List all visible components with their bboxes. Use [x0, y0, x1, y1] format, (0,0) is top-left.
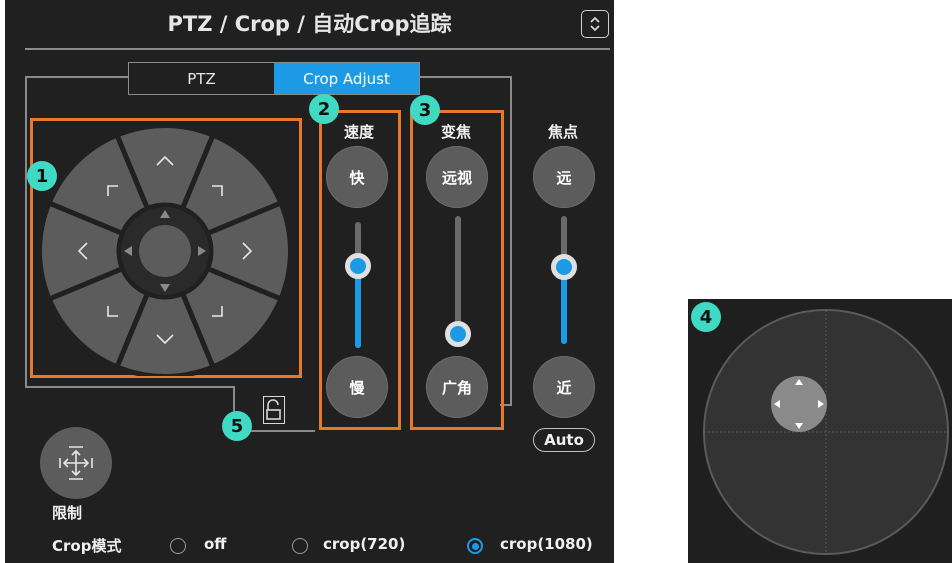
speed-slider-handle[interactable]	[345, 253, 371, 280]
focus-far-button[interactable]: 远	[533, 146, 595, 208]
badge-3: 3	[410, 95, 440, 125]
crop-mode-label: Crop模式	[52, 537, 122, 555]
zoom-label: 变焦	[440, 123, 471, 141]
zoom-tele-button[interactable]: 远视	[426, 146, 488, 208]
frame-line	[420, 76, 512, 78]
limit-button[interactable]	[40, 427, 112, 499]
frame-line	[510, 76, 512, 406]
limit-label: 限制	[52, 504, 83, 522]
focus-auto-button[interactable]: Auto	[533, 428, 595, 452]
crop-joystick[interactable]	[688, 299, 952, 563]
badge-4: 4	[691, 302, 721, 332]
focus-label: 焦点	[547, 123, 578, 141]
crop-off-label: off	[204, 535, 227, 553]
mode-tabs: PTZ Crop Adjust	[128, 62, 420, 95]
badge-5: 5	[222, 411, 252, 441]
focus-near-button[interactable]: 近	[533, 356, 595, 418]
unlock-icon[interactable]	[263, 396, 285, 424]
tab-ptz[interactable]: PTZ	[129, 63, 274, 94]
badge-2: 2	[309, 94, 339, 124]
speed-fast-button[interactable]: 快	[326, 146, 388, 208]
zoom-slider-handle[interactable]	[445, 320, 471, 347]
crop-720-radio[interactable]	[292, 538, 308, 554]
panel-title: PTZ / Crop / 自动Crop追踪	[167, 12, 452, 36]
badge-1: 1	[27, 161, 57, 191]
crop-1080-label: crop(1080)	[500, 535, 593, 553]
crop-1080-radio[interactable]	[467, 538, 483, 554]
chevron-up-down-icon[interactable]	[581, 10, 609, 38]
crop-720-label: crop(720)	[323, 535, 406, 553]
title-divider	[25, 48, 610, 50]
dpad-arrow-icons	[771, 376, 827, 432]
speed-slow-button[interactable]: 慢	[326, 356, 388, 418]
frame-line	[25, 76, 27, 388]
crop-off-radio[interactable]	[170, 538, 186, 554]
tab-crop-adjust[interactable]: Crop Adjust	[274, 63, 419, 94]
ptz-panel: PTZ / Crop / 自动Crop追踪 PTZ Crop Adjust 速度…	[5, 0, 614, 563]
focus-slider-handle[interactable]	[551, 254, 577, 281]
dpad[interactable]	[40, 126, 290, 376]
crop-joystick-panel: 4	[688, 299, 952, 563]
frame-line	[25, 386, 235, 388]
move-arrows-icon	[59, 446, 93, 480]
zoom-wide-button[interactable]: 广角	[426, 356, 488, 418]
frame-line	[25, 76, 128, 78]
speed-label: 速度	[343, 123, 374, 141]
